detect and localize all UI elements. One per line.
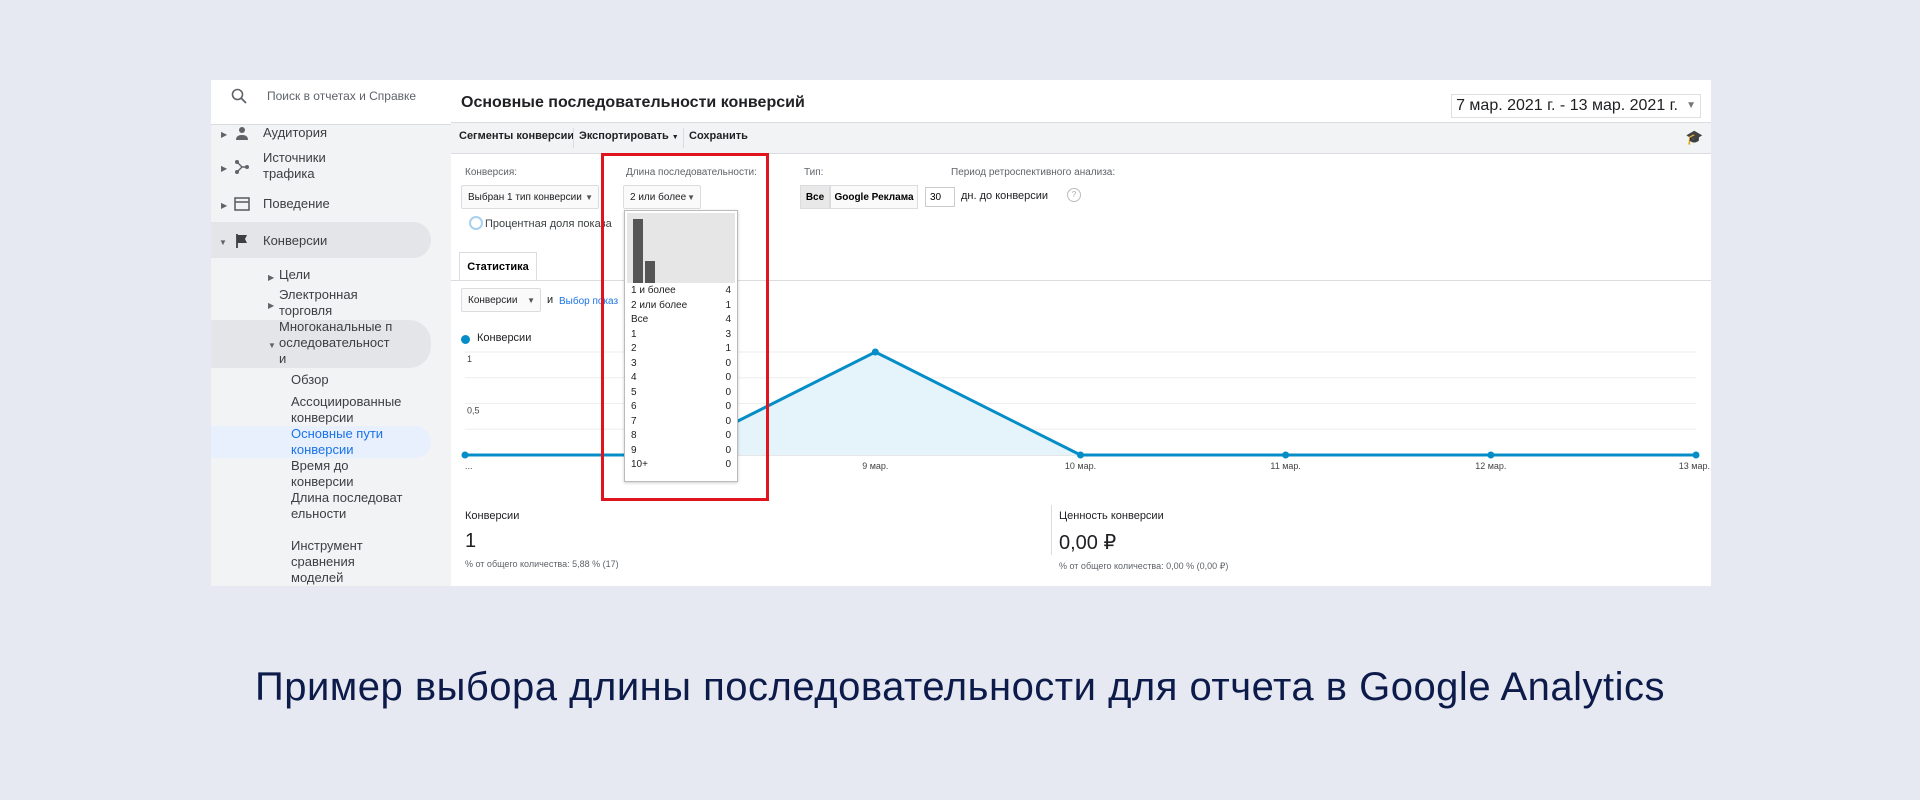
data-point [1487, 451, 1495, 459]
percent-share-toggle[interactable]: Процентная доля показа [485, 218, 612, 230]
sidebar-sub-multichannel[interactable]: Многоканальные последовательности [279, 319, 394, 367]
sidebar-sub-goals[interactable]: Цели [279, 267, 310, 283]
conversion-segments-button[interactable]: Сегменты конверсии [459, 130, 574, 142]
toolbar: Сегменты конверсии Экспортировать ▼ Сохр… [451, 122, 1711, 154]
chevron-down-icon: ▼ [1686, 100, 1696, 111]
x-tick-label: 13 мар. [1679, 461, 1710, 471]
sidebar-item-label: Источники трафика [263, 150, 326, 181]
sidebar-link-overview[interactable]: Обзор [291, 372, 329, 388]
chevron-right-icon: ▶ [221, 164, 228, 173]
metric-title: Конверсии [465, 510, 520, 522]
chevron-right-icon: ▶ [268, 301, 275, 310]
y-tick-label: 1 [467, 354, 472, 364]
person-icon [236, 127, 248, 140]
x-tick-label: ... [465, 461, 473, 471]
metric-conversions: Конверсии 1 % от общего количества: 5,88… [465, 510, 619, 569]
sidebar-item-label: Поведение [263, 196, 330, 211]
page-title: Основные последовательности конверсий [461, 94, 805, 111]
metric-value: 0,00 ₽ [1059, 532, 1117, 554]
metric-value: Конверсии [468, 295, 518, 306]
metric-conversion-value: Ценность конверсии 0,00 ₽ % от общего ко… [1059, 510, 1228, 572]
main-content: Основные последовательности конверсий 7 … [451, 80, 1711, 586]
chevron-right-icon: ▶ [221, 201, 228, 210]
lookback-suffix: дн. до конверсии [961, 190, 1049, 202]
lookback-label: Период ретроспективного анализа: [951, 167, 1116, 178]
x-tick-label: 12 мар. [1475, 461, 1506, 471]
sidebar-item-audience[interactable]: ▶ Аудитория [211, 124, 431, 142]
metric-title: Ценность конверсии [1059, 510, 1164, 522]
chevron-right-icon: ▶ [221, 130, 228, 139]
sidebar-item-traffic[interactable]: ▶ Источники трафика [211, 150, 431, 184]
chevron-down-icon: ▼ [585, 193, 593, 202]
pie-chart-icon[interactable] [469, 216, 483, 230]
date-range-picker[interactable]: 7 мар. 2021 г. - 13 мар. 2021 г. ▼ [1451, 94, 1701, 118]
sidebar-sub-ecommerce[interactable]: Электронная торговля [279, 287, 379, 319]
type-label: Тип: [804, 167, 824, 178]
search-icon [231, 88, 247, 104]
sidebar-item-label: Аудитория [263, 125, 328, 140]
chevron-down-icon: ▼ [527, 296, 535, 305]
type-all-button[interactable]: Все [800, 185, 830, 209]
conversion-label: Конверсия: [465, 167, 518, 178]
sidebar-link-model-comparison[interactable]: Инструмент сравнения моделей [291, 538, 371, 586]
traffic-sources-icon [235, 160, 249, 174]
flag-icon [236, 234, 247, 248]
caption: Пример выбора длины последовательности д… [254, 665, 1666, 709]
analytics-screenshot: Поиск в отчетах и Справке ▶ Аудитория ▶ … [211, 80, 1711, 586]
highlight-frame [601, 153, 769, 501]
x-tick-label: 10 мар. [1065, 461, 1096, 471]
window-icon [234, 197, 250, 211]
sidebar-link-top-paths[interactable]: Основные пути конверсии [291, 426, 396, 458]
chevron-right-icon: ▶ [268, 273, 275, 282]
search-bar[interactable]: Поиск в отчетах и Справке [211, 80, 451, 125]
sidebar-item-conversions[interactable]: ▼ Конверсии [211, 232, 431, 250]
divider [1051, 505, 1052, 555]
tab-statistics[interactable]: Статистика [459, 252, 537, 281]
x-tick-label: 9 мар. [862, 461, 888, 471]
and-label: и [547, 294, 554, 306]
conversion-type-value: Выбран 1 тип конверсии [468, 192, 582, 203]
divider [573, 128, 574, 148]
export-button[interactable]: Экспортировать ▼ [579, 130, 679, 142]
date-range-label: 7 мар. 2021 г. - 13 мар. 2021 г. [1456, 97, 1678, 114]
type-google-ads-button[interactable]: Google Реклама [830, 185, 918, 209]
data-point [1692, 451, 1700, 459]
sidebar-item-label: Конверсии [263, 233, 328, 248]
conversion-type-dropdown[interactable]: Выбран 1 тип конверсии ▼ [461, 185, 599, 209]
sidebar-link-assisted[interactable]: Ассоциированные конверсии [291, 394, 403, 426]
graduation-cap-icon[interactable]: 🎓 [1686, 129, 1703, 146]
x-tick-label: 11 мар. [1270, 461, 1301, 471]
search-input[interactable]: Поиск в отчетах и Справке [267, 89, 416, 103]
data-point [1077, 451, 1084, 459]
metric-dropdown[interactable]: Конверсии ▼ [461, 288, 541, 312]
metric-subtext: % от общего количества: 0,00 % (0,00 ₽) [1059, 561, 1229, 571]
chevron-down-icon: ▼ [268, 341, 276, 350]
metric-value: 1 [465, 530, 477, 552]
sidebar-item-behavior[interactable]: ▶ Поведение [211, 195, 431, 213]
lookback-days-input[interactable]: 30 [925, 187, 955, 207]
save-button[interactable]: Сохранить [689, 130, 748, 142]
export-label: Экспортировать [579, 130, 669, 142]
data-point [461, 451, 469, 459]
chevron-down-icon: ▼ [671, 134, 679, 141]
metric-subtext: % от общего количества: 5,88 % (17) [465, 559, 619, 569]
chevron-down-icon: ▼ [219, 238, 227, 247]
sidebar-link-time-lag[interactable]: Время до конверсии [291, 458, 371, 490]
data-point [871, 348, 879, 356]
divider [683, 128, 684, 148]
y-tick-label: 0,5 [467, 406, 480, 416]
sidebar: Поиск в отчетах и Справке ▶ Аудитория ▶ … [211, 80, 451, 586]
sidebar-link-path-length[interactable]: Длина последовательности [291, 490, 406, 522]
data-point [1282, 451, 1290, 459]
help-icon[interactable]: ? [1067, 188, 1081, 202]
